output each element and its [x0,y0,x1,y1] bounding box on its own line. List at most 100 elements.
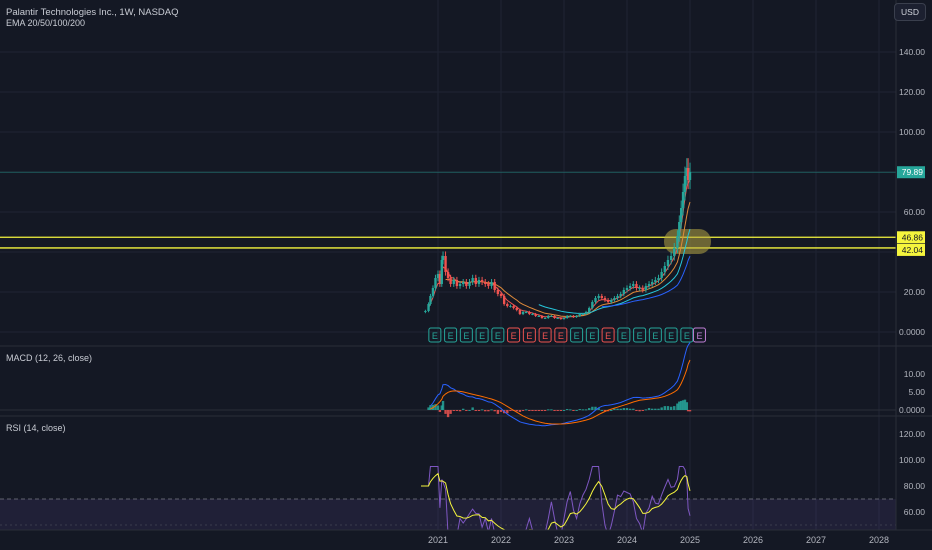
earnings-marker[interactable]: E [617,327,631,343]
earnings-marker[interactable]: E [680,327,694,343]
macd-histogram-bar [569,409,572,411]
time-tick-label: 2022 [491,535,511,545]
macd-histogram-bar [578,409,581,411]
macd-histogram-bar [438,410,442,412]
candle-body [678,222,681,236]
earnings-label: E [542,331,548,341]
macd-histogram-bar [537,410,540,411]
macd-histogram-bar [540,410,544,411]
candle-body [651,282,654,284]
time-tick-label: 2027 [806,535,826,545]
highlight-zone [664,229,711,254]
candle-body [553,316,556,318]
price-axis[interactable]: 140.00 120.00 100.00 60.00 20.00 0.0000 79.89 4… [895,0,926,550]
macd-histogram-bar [543,410,547,411]
earnings-marker[interactable]: E [522,327,536,343]
rsi-legend[interactable]: RSI (14, close) [6,423,66,434]
candle-body [458,284,462,286]
candle-body [565,316,569,318]
earnings-markers[interactable]: EEEEEEEEEEEEEEEEEE [428,327,706,343]
time-tick-label: 2023 [554,535,574,545]
earnings-marker[interactable]: E [428,327,442,343]
earnings-marker[interactable]: E [570,327,584,343]
ema-indicator-label[interactable]: EMA 20/50/100/200 [6,18,179,29]
candle-body [575,316,578,317]
candle-body [635,284,638,288]
candle-body [484,282,487,284]
earnings-marker[interactable]: E [692,327,706,343]
rsi-tick-label: 60.00 [904,507,926,517]
candle-body [569,316,572,317]
earnings-marker[interactable]: E [664,327,678,343]
earnings-label: E [448,331,454,341]
macd-histogram-bar [663,406,666,410]
candle-body [562,318,566,319]
candle-body [431,288,435,296]
earnings-marker[interactable]: E [648,327,662,343]
earnings-marker[interactable]: E [538,327,552,343]
earnings-label: E [652,331,658,341]
macd-histogram-bar [553,410,556,411]
candle-body [490,282,493,286]
horizontal-levels[interactable] [0,171,896,254]
rsi-tick-label: 100.00 [899,455,925,465]
price-candles [424,158,692,320]
macd-histogram-bar [616,408,619,410]
time-tick-label: 2028 [869,535,889,545]
chart-canvas[interactable]: EEEEEEEEEEEEEEEEEE 140.00120.00100.0060.… [0,0,932,550]
macd-histogram-bar [441,400,445,410]
earnings-marker[interactable]: E [507,327,521,343]
candle-body [449,278,452,284]
candle-body [550,316,553,317]
macd-pane [0,342,896,427]
macd-histogram-bar [490,409,493,411]
macd-histogram-bar [635,410,638,411]
earnings-label: E [637,331,643,341]
candle-body [452,280,455,284]
macd-histogram-bar [444,410,447,414]
candle-body [515,308,518,310]
macd-tick-label: 5.00 [908,387,925,397]
level-lower-badge: 42.04 [902,245,924,255]
earnings-marker[interactable]: E [459,327,473,343]
earnings-label: E [511,331,517,341]
earnings-marker[interactable]: E [585,327,599,343]
macd-histogram-bar [550,409,553,411]
candle-body [613,298,616,300]
macd-line [430,342,691,427]
candle-body [509,306,512,307]
earnings-label: E [432,331,438,341]
candle-body [493,282,496,290]
earnings-marker[interactable]: E [444,327,458,343]
currency-button[interactable]: USD [894,3,926,21]
macd-histogram-bar [610,410,613,411]
earnings-label: E [605,331,611,341]
macd-legend[interactable]: MACD (12, 26, close) [6,353,92,364]
earnings-marker[interactable]: E [491,327,505,343]
earnings-marker[interactable]: E [475,327,489,343]
macd-histogram-bar [644,409,648,411]
earnings-marker[interactable]: E [633,327,647,343]
candle-body [610,300,613,302]
candle-body [506,304,509,306]
time-tick-label: 2026 [743,535,763,545]
symbol-title[interactable]: Palantir Technologies Inc., 1W, NASDAQ [6,7,179,18]
time-axis-bg [0,530,932,550]
candle-body [676,236,679,248]
macd-histogram-bar [452,410,455,411]
candle-body [619,294,622,296]
earnings-marker[interactable]: E [554,327,568,343]
macd-histogram-bar [458,410,462,412]
candle-body [455,280,459,286]
candle-body [632,284,635,286]
macd-signal-line [430,359,691,425]
candle-body [669,256,673,260]
earnings-marker[interactable]: E [601,327,615,343]
time-axis[interactable]: 2021 2022 2023 2024 2025 2026 2027 2028 [0,529,932,550]
candle-body [616,296,619,298]
candle-body [427,304,430,311]
macd-histogram-bar [669,406,673,410]
macd-histogram-bar [559,410,563,411]
candle-body [641,288,644,290]
candle-body [502,296,506,304]
